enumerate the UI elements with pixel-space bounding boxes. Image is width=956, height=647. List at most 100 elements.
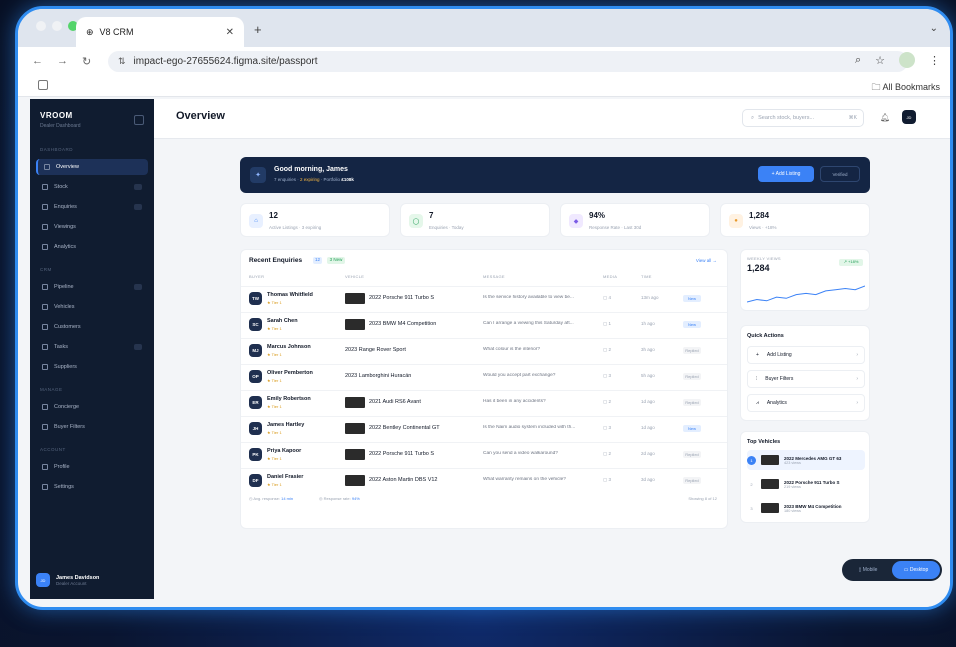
new-tab-icon[interactable]: + xyxy=(254,22,262,37)
apps-icon[interactable] xyxy=(38,80,48,90)
table-row[interactable]: MJ Marcus Johnson ★ Tier 1 2023 Range Rover… xyxy=(241,338,727,362)
showing-count: Showing 8 of 12 xyxy=(688,496,717,501)
stat-card-views[interactable]: ● 1,284 Views · +18% xyxy=(720,203,870,237)
sidebar-item-analytics[interactable]: Analytics xyxy=(36,239,148,255)
calendar-icon xyxy=(42,224,48,230)
sidebar-item-overview[interactable]: Overview xyxy=(36,159,148,175)
device-frame: ⊕ V8 CRM ✕ + ⌄ ← → ↻ ⇅ impact-ego-276556… xyxy=(15,6,953,610)
sidebar-item-enquiries[interactable]: Enquiries xyxy=(36,199,148,215)
status-badge: Replied xyxy=(683,347,701,354)
sidebar-item-label: Tasks xyxy=(54,344,69,350)
collapse-sidebar-icon[interactable] xyxy=(134,115,144,125)
star-icon[interactable]: ☆ xyxy=(875,54,885,67)
browser-navbar: ← → ↻ ⇅ impact-ego-27655624.figma.site/p… xyxy=(18,47,950,75)
verified-button[interactable]: Verified xyxy=(820,166,860,182)
section-dashboard: DASHBOARD xyxy=(40,147,74,152)
time-ago: 13m ago xyxy=(641,295,659,300)
bell-icon[interactable]: 🔔︎ xyxy=(880,113,890,122)
section-manage: MANAGE xyxy=(40,387,63,392)
sidebar-item-tasks[interactable]: Tasks xyxy=(36,339,148,355)
avatar: DF xyxy=(249,474,262,487)
message-icon: ◯ xyxy=(409,214,423,228)
window-dot[interactable] xyxy=(36,21,46,31)
brand-logo: VROOM xyxy=(40,111,73,120)
sidebar-item-stock[interactable]: Stock xyxy=(36,179,148,195)
message-preview: What warranty remains on the vehicle? xyxy=(483,477,566,482)
vehicle-name: 2022 Porsche 911 Turbo S xyxy=(784,479,840,485)
user-card[interactable]: JD James Davidson Dealer Account xyxy=(36,569,148,591)
forward-icon[interactable]: → xyxy=(57,55,68,67)
table-row[interactable]: JH James Hartley ★ Tier 1 2022 Bentley Cont… xyxy=(241,416,727,440)
profile-avatar[interactable] xyxy=(899,52,915,68)
stat-card-listings[interactable]: ⌂ 12 Active Listings · 3 expiring xyxy=(240,203,390,237)
table-row[interactable]: ER Emily Robertson ★ Tier 1 2021 Audi RS6 A… xyxy=(241,390,727,414)
sidebar-item-settings[interactable]: Settings xyxy=(36,479,148,495)
sidebar-item-label: Viewings xyxy=(54,224,76,230)
view-all-link[interactable]: View all → xyxy=(696,258,717,263)
back-icon[interactable]: ← xyxy=(32,55,43,67)
sidebar-item-customers[interactable]: Customers xyxy=(36,319,148,335)
buyer-name: Marcus Johnson xyxy=(267,344,311,350)
sidebar-item-viewings[interactable]: Viewings xyxy=(36,219,148,235)
chevron-down-icon[interactable]: ⌄ xyxy=(930,23,938,34)
summary-portfolio-label: Portfolio xyxy=(323,177,341,182)
summary-enquiries: 7 enquiries xyxy=(274,177,297,182)
search-placeholder: Search stock, buyers... xyxy=(758,115,815,121)
sidebar-item-vehicles[interactable]: Vehicles xyxy=(36,299,148,315)
media-count: ▢ 3 xyxy=(603,425,612,430)
sparkline-path xyxy=(747,285,865,303)
buyer-name: Oliver Pemberton xyxy=(267,370,313,376)
all-bookmarks[interactable]: 🗀 All Bookmarks xyxy=(871,80,940,96)
table-row[interactable]: DF Daniel Frasier ★ Tier 1 2022 Aston Marti… xyxy=(241,468,727,492)
mobile-toggle[interactable]: ▯ Mobile xyxy=(844,561,892,579)
search-input[interactable]: ⌕ Search stock, buyers... ⌘K xyxy=(742,109,864,127)
summary-portfolio-value: £108k xyxy=(341,177,354,182)
quick-action-buyer-filters[interactable]: ⫶ Buyer Filters › xyxy=(747,370,865,388)
avatar[interactable]: JD xyxy=(902,110,916,124)
address-bar[interactable]: ⇅ impact-ego-27655624.figma.site/passpor… xyxy=(108,51,908,72)
table-row[interactable]: TW Thomas Whitfield ★ Tier 1 2022 Porsche 9… xyxy=(241,286,727,310)
home-icon: ⌂ xyxy=(249,214,263,228)
desktop-toggle[interactable]: ▭ Desktop xyxy=(892,561,940,579)
time-ago: 5h ago xyxy=(641,373,655,378)
sidebar-item-buyer-filters[interactable]: Buyer Filters xyxy=(36,419,148,435)
vehicle-name: 2021 Audi RS6 Avant xyxy=(369,399,421,405)
stat-label: Response Rate · Last 30d xyxy=(589,225,642,230)
stat-card-response[interactable]: ◆ 94% Response Rate · Last 30d xyxy=(560,203,710,237)
weekly-views-title: WEEKLY VIEWS xyxy=(747,256,781,261)
vehicle-name: 2022 Bentley Continental GT xyxy=(369,425,440,431)
add-listing-button[interactable]: + Add Listing xyxy=(758,166,814,182)
weekly-views-card: WEEKLY VIEWS 1,284 ↗ +18% xyxy=(740,249,870,311)
menu-icon[interactable]: ⋮ xyxy=(929,54,940,67)
sidebar-item-suppliers[interactable]: Suppliers xyxy=(36,359,148,375)
plus-icon: + xyxy=(756,352,759,358)
window-dot[interactable] xyxy=(52,21,62,31)
quick-action-analytics[interactable]: ⩘ Analytics › xyxy=(747,394,865,412)
browser-tab[interactable]: ⊕ V8 CRM ✕ xyxy=(76,17,244,47)
top-vehicle-item[interactable]: 1 2022 Mercedes AMG GT 63 423 views xyxy=(747,450,865,470)
sidebar-item-concierge[interactable]: Concierge xyxy=(36,399,148,415)
time-ago: 3h ago xyxy=(641,347,655,352)
table-row[interactable]: OP Oliver Pemberton ★ Tier 1 2023 Lamborghi… xyxy=(241,364,727,388)
quick-action-add-listing[interactable]: + Add Listing › xyxy=(747,346,865,364)
tier-badge: ★ Tier 1 xyxy=(267,300,282,305)
welcome-banner: ✦ Good morning, James 7 enquiries · 2 ex… xyxy=(240,157,870,193)
top-vehicle-item[interactable]: 2 2022 Porsche 911 Turbo S 219 views xyxy=(747,474,865,494)
stat-card-enquiries[interactable]: ◯ 7 Enquiries · Today xyxy=(400,203,550,237)
top-vehicle-item[interactable]: 3 2023 BMW M4 Competition 180 views xyxy=(747,498,865,518)
site-settings-icon[interactable]: ⇅ xyxy=(118,56,126,67)
message-preview: Would you accept part exchange? xyxy=(483,373,556,378)
new-badge: 3 New xyxy=(327,257,345,264)
close-icon[interactable]: ✕ xyxy=(226,27,234,38)
vehicle-thumbnail xyxy=(345,319,365,330)
sidebar-item-label: Enquiries xyxy=(54,204,77,210)
table-row[interactable]: SC Sarah Chen ★ Tier 1 2023 BMW M4 Competit… xyxy=(241,312,727,336)
media-count: ▢ 4 xyxy=(603,295,612,300)
diamond-icon: ◆ xyxy=(569,214,583,228)
table-row[interactable]: PK Priya Kapoor ★ Tier 1 2022 Porsche 911 T… xyxy=(241,442,727,466)
zoom-icon[interactable]: ⌕ xyxy=(855,54,861,67)
avatar: MJ xyxy=(249,344,262,357)
reload-icon[interactable]: ↻ xyxy=(82,55,91,68)
sidebar-item-profile[interactable]: Profile xyxy=(36,459,148,475)
sidebar-item-pipeline[interactable]: Pipeline xyxy=(36,279,148,295)
